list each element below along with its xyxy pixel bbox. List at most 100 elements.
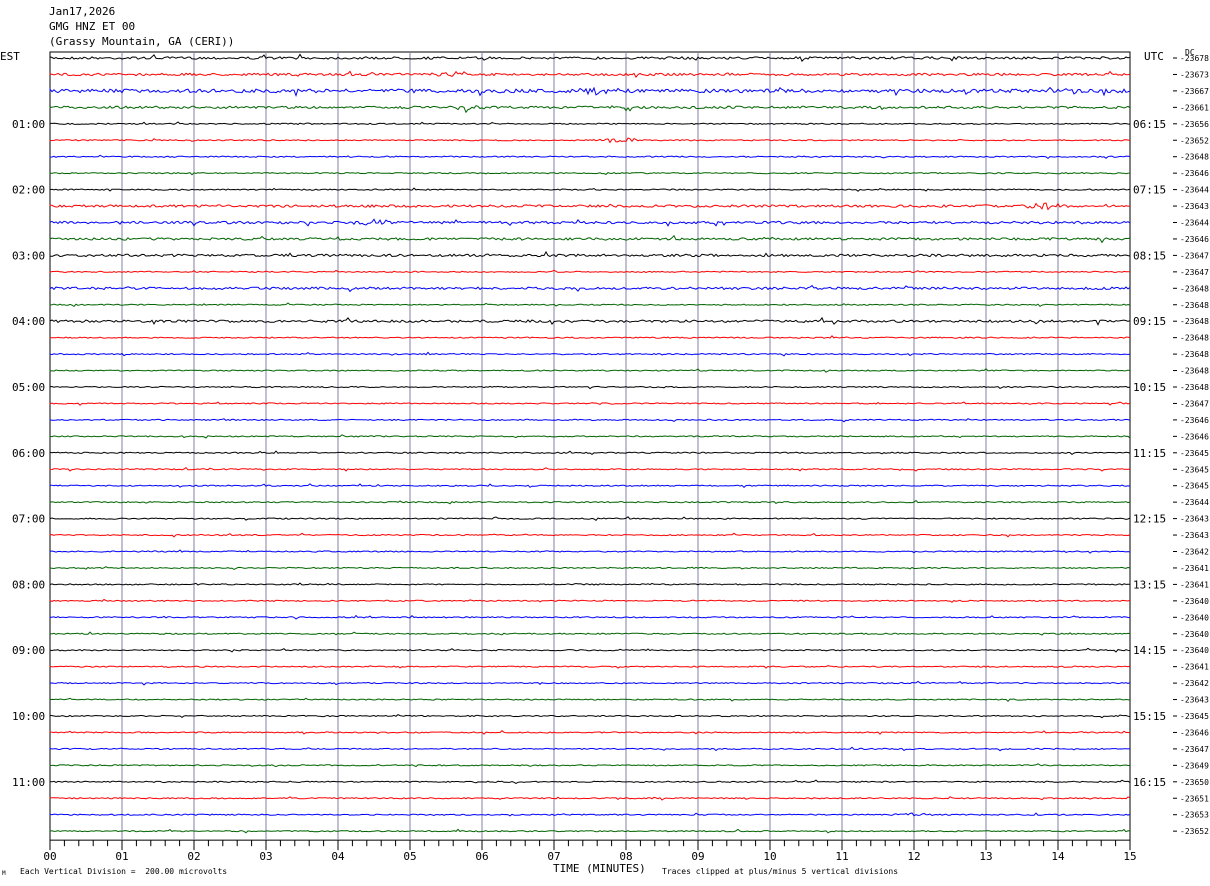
seismic-trace bbox=[49, 763, 1130, 768]
seismic-trace bbox=[49, 218, 1131, 227]
x-tick-label: 14 bbox=[1051, 850, 1065, 863]
left-hour-label: 05:00 bbox=[12, 381, 45, 394]
dc-offset-label: -23645 bbox=[1180, 449, 1209, 458]
seismic-trace bbox=[49, 269, 1131, 274]
dc-offset-label: -23641 bbox=[1180, 580, 1209, 589]
right-hour-label: 09:15 bbox=[1133, 315, 1166, 328]
left-hour-label: 10:00 bbox=[12, 710, 45, 723]
right-hour-label: 10:15 bbox=[1133, 381, 1166, 394]
left-hour-label: 09:00 bbox=[12, 644, 45, 657]
seismic-trace bbox=[49, 730, 1131, 735]
x-tick-label: 05 bbox=[403, 850, 416, 863]
right-hour-label: 13:15 bbox=[1133, 578, 1166, 591]
dc-offset-label: -23640 bbox=[1180, 597, 1209, 606]
helicorder-chart: -23678 -23673 -23667 -23661 -23656 -23652 -236… bbox=[12, 51, 1209, 863]
seismic-trace bbox=[49, 53, 1131, 62]
seismic-trace bbox=[49, 665, 1131, 669]
x-axis-title: TIME (MINUTES) bbox=[553, 862, 646, 875]
dc-offset-label: -23667 bbox=[1180, 87, 1209, 96]
right-hour-label: 07:15 bbox=[1133, 184, 1166, 197]
dc-offset-label: -23643 bbox=[1180, 202, 1209, 211]
seismic-trace bbox=[49, 171, 1131, 176]
left-hour-label: 03:00 bbox=[12, 249, 45, 262]
x-tick-label: 15 bbox=[1123, 850, 1136, 863]
seismic-trace bbox=[49, 483, 1131, 488]
dc-offset-label: -23644 bbox=[1180, 219, 1209, 228]
dc-offset-label: -23652 bbox=[1180, 827, 1209, 836]
dc-offset-label: -23648 bbox=[1180, 350, 1209, 359]
seismic-trace bbox=[49, 532, 1131, 538]
left-hour-label: 08:00 bbox=[12, 578, 45, 591]
seismic-trace bbox=[49, 351, 1131, 357]
right-hour-label: 14:15 bbox=[1133, 644, 1166, 657]
seismic-trace bbox=[49, 598, 1131, 603]
dc-offset-label: -23643 bbox=[1180, 696, 1209, 705]
dc-offset-label: -23648 bbox=[1180, 367, 1209, 376]
seismic-trace bbox=[49, 202, 1131, 211]
seismic-trace bbox=[49, 549, 1131, 554]
seismic-trace bbox=[49, 614, 1131, 620]
right-hour-label: 11:15 bbox=[1133, 447, 1166, 460]
dc-offset-label: -23646 bbox=[1180, 728, 1209, 737]
dc-offset-label: -23642 bbox=[1180, 548, 1209, 557]
plot-frame bbox=[49, 51, 1131, 841]
seismic-trace bbox=[49, 302, 1131, 308]
seismic-trace bbox=[49, 516, 1131, 521]
seismic-trace bbox=[49, 697, 1131, 703]
dc-offset-label: -23652 bbox=[1180, 136, 1209, 145]
dc-offset-label: -23641 bbox=[1180, 564, 1209, 573]
seismic-trace bbox=[49, 86, 1131, 98]
dc-offset-label: -23647 bbox=[1180, 399, 1209, 408]
dc-offset-label: -23645 bbox=[1180, 482, 1209, 491]
seismic-trace bbox=[50, 779, 1131, 784]
dc-offset-label: -23644 bbox=[1180, 186, 1209, 195]
seismic-trace bbox=[49, 154, 1131, 160]
right-hour-label: 16:15 bbox=[1133, 776, 1166, 789]
dc-offset-label: -23648 bbox=[1180, 383, 1209, 392]
dc-offset-label: -23647 bbox=[1180, 251, 1209, 260]
x-tick-label: 10 bbox=[763, 850, 776, 863]
dc-offset-label: -23647 bbox=[1180, 268, 1209, 277]
dc-offset-label: -23640 bbox=[1180, 630, 1209, 639]
dc-offset-label: -23642 bbox=[1180, 679, 1209, 688]
seismic-trace bbox=[49, 401, 1131, 406]
x-tick-label: 00 bbox=[43, 850, 56, 863]
dc-offset-label: -23648 bbox=[1180, 284, 1209, 293]
seismic-trace bbox=[49, 828, 1131, 834]
seismic-trace bbox=[49, 335, 1131, 339]
x-tick-label: 11 bbox=[835, 850, 848, 863]
x-tick-label: 12 bbox=[907, 850, 920, 863]
seismic-trace bbox=[49, 499, 1131, 505]
dc-offset-label: -23640 bbox=[1180, 613, 1209, 622]
right-hour-label: 12:15 bbox=[1133, 513, 1166, 526]
dc-offset-label: -23641 bbox=[1180, 663, 1209, 672]
x-tick-label: 02 bbox=[187, 850, 200, 863]
left-hour-label: 02:00 bbox=[12, 184, 45, 197]
dc-offset-label: -23648 bbox=[1180, 334, 1209, 343]
seismic-trace bbox=[49, 434, 1131, 439]
dc-offset-label: -23656 bbox=[1180, 120, 1209, 129]
dc-offset-label: -23648 bbox=[1180, 301, 1209, 310]
x-tick-label: 04 bbox=[331, 850, 345, 863]
dc-offset-label: -23648 bbox=[1180, 153, 1209, 162]
dc-offset-label: -23646 bbox=[1180, 416, 1209, 425]
seismic-trace bbox=[49, 796, 1131, 801]
left-hour-label: 11:00 bbox=[12, 776, 45, 789]
left-hour-label: 07:00 bbox=[12, 513, 45, 526]
x-tick-label: 01 bbox=[115, 850, 128, 863]
seismic-trace bbox=[49, 566, 1131, 570]
dc-offset-label: -23661 bbox=[1180, 103, 1209, 112]
left-hour-label: 06:00 bbox=[12, 447, 45, 460]
seismic-trace bbox=[49, 250, 1131, 258]
seismic-trace bbox=[49, 137, 1131, 144]
dc-offset-label: -23646 bbox=[1180, 235, 1209, 244]
x-tick-label: 06 bbox=[475, 850, 488, 863]
seismic-trace bbox=[49, 284, 1131, 293]
scale-note: Each Vertical Division = 200.00 microvol… bbox=[20, 867, 228, 876]
dc-offset-label: -23643 bbox=[1180, 515, 1209, 524]
seismic-trace bbox=[49, 466, 1131, 472]
seismic-trace bbox=[49, 418, 1131, 423]
dc-offset-label: -23653 bbox=[1180, 811, 1209, 820]
left-hour-label: 04:00 bbox=[12, 315, 45, 328]
dc-offset-label: -23647 bbox=[1180, 745, 1209, 754]
